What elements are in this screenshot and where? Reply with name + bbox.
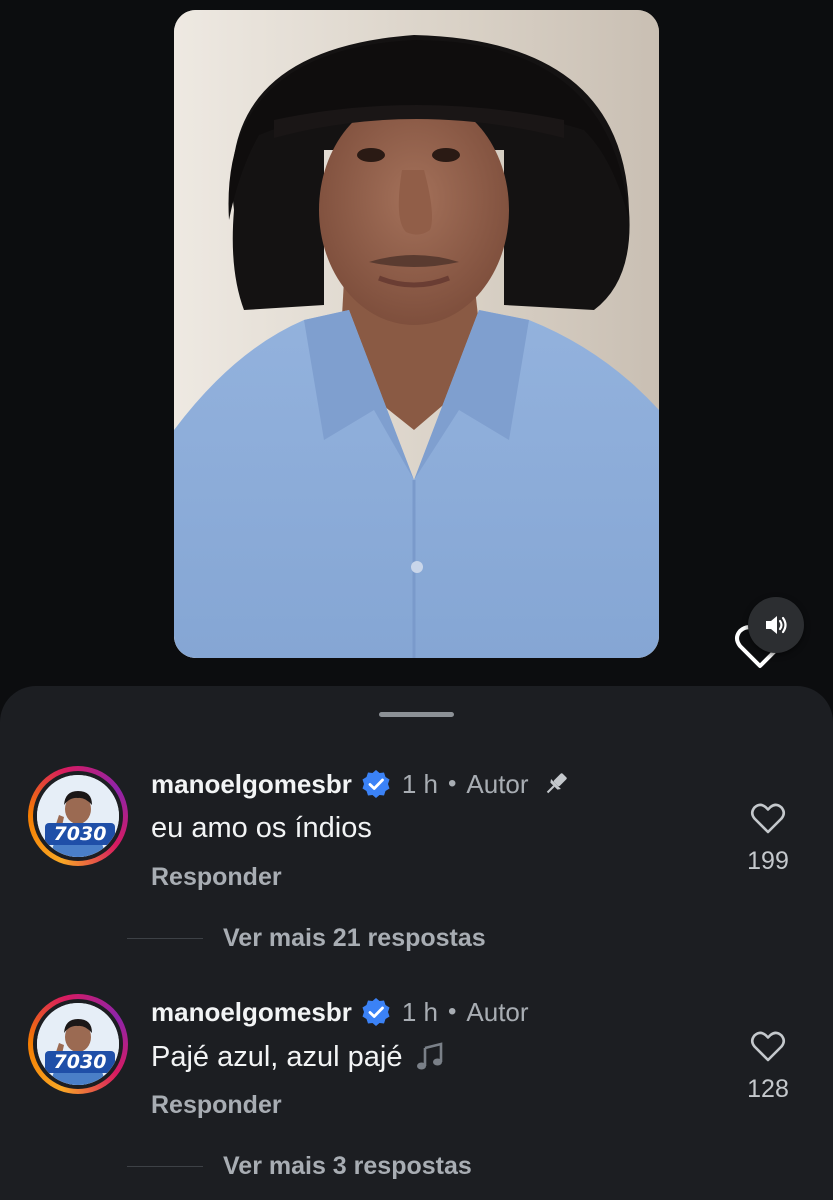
comment-time: 1 h: [401, 768, 438, 799]
avatar-badge-number: 7030: [45, 823, 115, 845]
replies-divider: [127, 938, 203, 939]
view-more-replies-label[interactable]: Ver mais 3 respostas: [223, 1152, 472, 1181]
video-player[interactable]: [174, 10, 659, 658]
reply-button[interactable]: Responder: [151, 1091, 282, 1120]
comment-username[interactable]: manoelgomesbr: [151, 769, 352, 800]
meta-separator: •: [447, 998, 457, 1025]
author-label: Autor: [466, 996, 529, 1027]
speaker-volume-icon: [766, 616, 787, 634]
replies-divider: [127, 1166, 203, 1167]
reply-button[interactable]: Responder: [151, 863, 282, 892]
music-note-icon: [416, 1042, 442, 1070]
screen: 7030 manoelgomesbr 1 h • Autor eu amo os…: [0, 0, 833, 1200]
comment-text: eu amo os índios: [151, 812, 372, 845]
verified-badge-icon: [362, 770, 390, 798]
comment-item: 7030 manoelgomesbr 1 h • Autor Pajé azul…: [0, 994, 833, 1194]
comment-like[interactable]: 128: [730, 1027, 806, 1104]
comment-text-content: Pajé azul, azul pajé: [151, 1040, 403, 1073]
meta-separator: •: [447, 770, 457, 797]
view-more-replies[interactable]: Ver mais 3 respostas: [127, 1152, 472, 1181]
comment-username[interactable]: manoelgomesbr: [151, 997, 352, 1028]
comment-time: 1 h: [401, 996, 438, 1027]
comment-text-content: eu amo os índios: [151, 812, 372, 844]
view-more-replies[interactable]: Ver mais 21 respostas: [127, 924, 486, 953]
view-more-replies-label[interactable]: Ver mais 21 respostas: [223, 924, 486, 953]
comment-item: 7030 manoelgomesbr 1 h • Autor eu amo os…: [0, 766, 833, 966]
author-label: Autor: [466, 768, 529, 799]
comment-like[interactable]: 199: [730, 799, 806, 876]
video-frame-image: [174, 10, 659, 658]
like-count: 199: [747, 847, 789, 875]
heart-outline-icon[interactable]: [749, 799, 787, 837]
comment-meta: manoelgomesbr 1 h • Autor: [151, 766, 571, 802]
comment-meta: manoelgomesbr 1 h • Autor: [151, 994, 529, 1030]
comment-text: Pajé azul, azul pajé: [151, 1040, 447, 1074]
sheet-drag-handle[interactable]: [379, 712, 454, 717]
sound-toggle-button[interactable]: [748, 597, 804, 653]
verified-badge-icon: [362, 998, 390, 1026]
avatar-badge-number: 7030: [45, 1051, 115, 1073]
avatar[interactable]: 7030: [28, 766, 128, 866]
comments-sheet: 7030 manoelgomesbr 1 h • Autor eu amo os…: [0, 686, 833, 1200]
heart-outline-icon[interactable]: [749, 1027, 787, 1065]
avatar[interactable]: 7030: [28, 994, 128, 1094]
like-count: 128: [747, 1075, 789, 1103]
pin-icon: [546, 773, 567, 794]
